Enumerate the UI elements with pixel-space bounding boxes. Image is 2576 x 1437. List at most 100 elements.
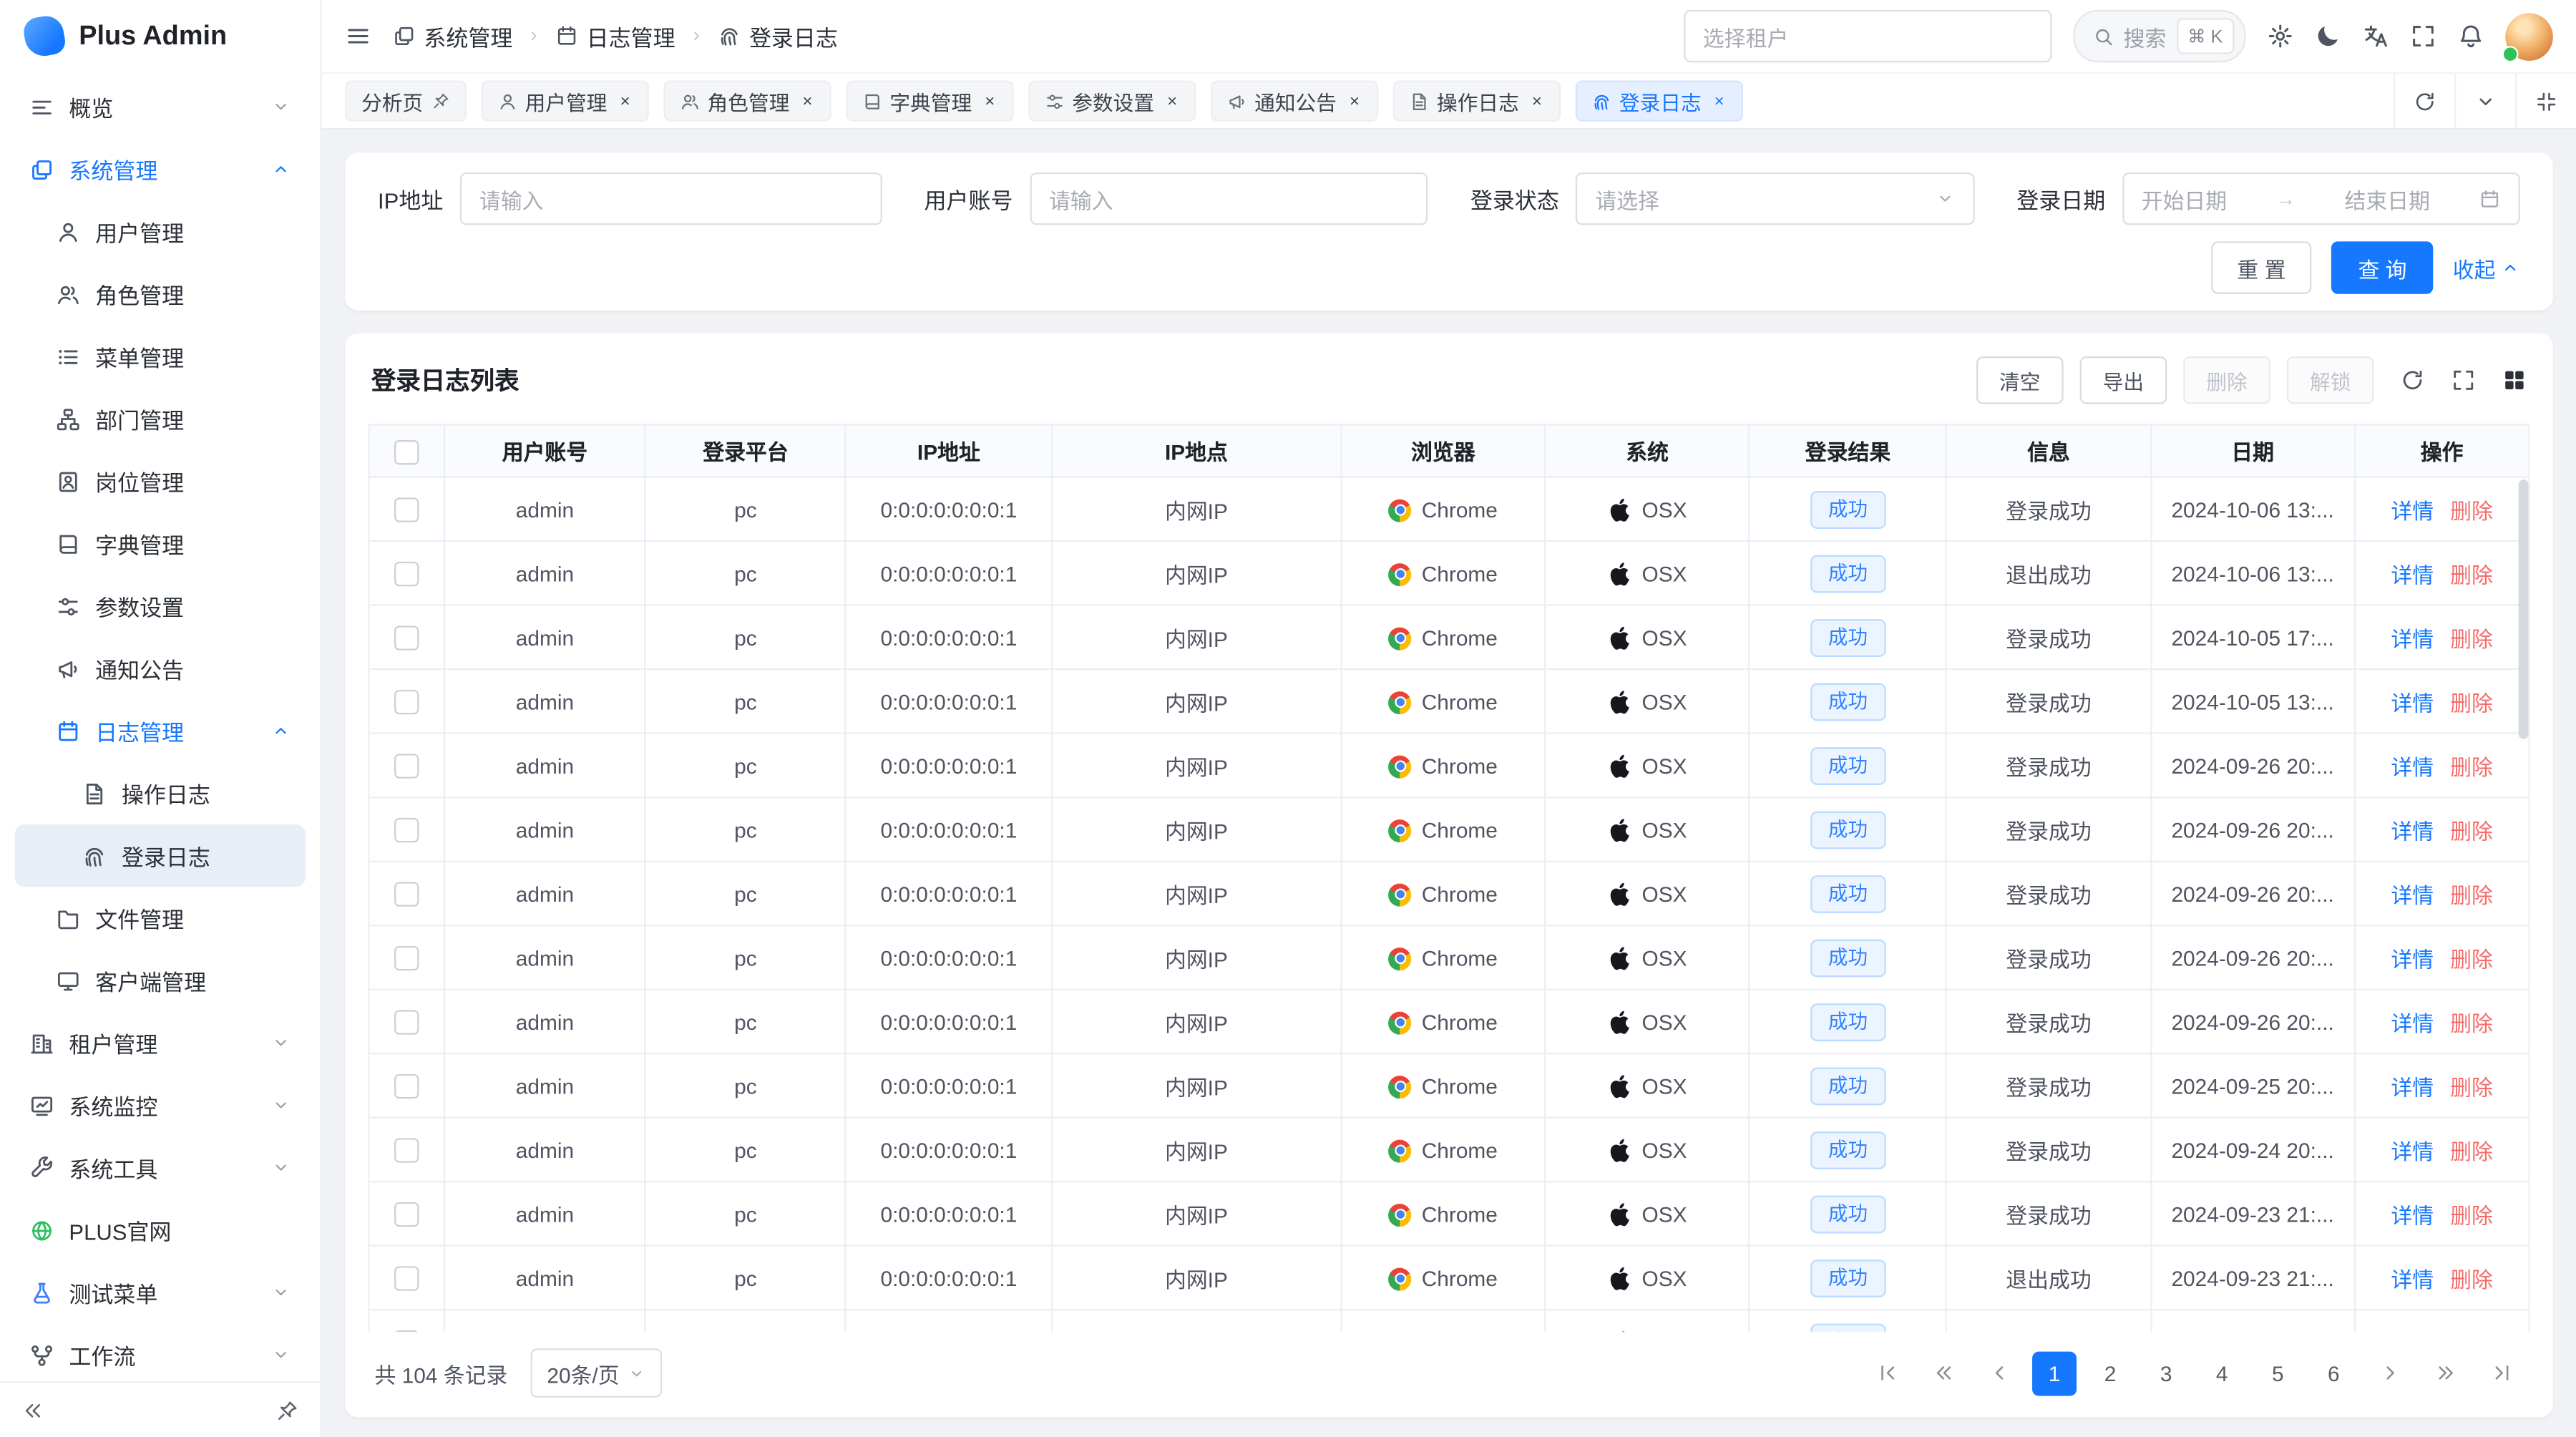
translate-icon[interactable] [2363,23,2389,49]
tab-user[interactable]: 用户管理 [481,80,648,121]
refresh-page-icon[interactable] [2394,74,2454,128]
refresh-table-icon[interactable] [2400,368,2424,392]
delete-link[interactable]: 删除 [2450,562,2493,587]
fullscreen-icon[interactable] [2410,23,2436,49]
detail-link[interactable]: 详情 [2391,1203,2434,1227]
row-checkbox[interactable] [394,497,419,522]
app-logo[interactable]: Plus Admin [0,0,321,72]
tabs-menu-icon[interactable] [2454,74,2515,128]
row-checkbox[interactable] [394,690,419,714]
tab-dict[interactable]: 字典管理 [845,80,1013,121]
sidebar-item-log[interactable]: 日志管理 [15,700,306,762]
delete-link[interactable]: 删除 [2450,1139,2493,1163]
detail-link[interactable]: 详情 [2391,1010,2434,1035]
breadcrumb-item[interactable]: 登录日志 [718,20,838,53]
tenant-select[interactable]: 选择租户 [1683,10,2051,62]
page-number-6[interactable]: 6 [2311,1351,2356,1395]
tab-notice[interactable]: 通知公告 [1210,80,1377,121]
close-tab-icon[interactable] [1711,94,1726,109]
row-checkbox[interactable] [394,1330,419,1332]
tab-param[interactable]: 参数设置 [1028,80,1195,121]
detail-link[interactable]: 详情 [2391,626,2434,651]
export-button[interactable]: 导出 [2080,356,2167,404]
delete-link[interactable]: 删除 [2450,691,2493,715]
sidebar-item-logininfor[interactable]: 登录日志 [15,824,306,887]
row-checkbox[interactable] [394,882,419,906]
login-date-range[interactable]: 开始日期 → 结束日期 [2122,172,2520,225]
collapse-filter-link[interactable]: 收起 [2453,252,2520,283]
column-settings-icon[interactable] [2502,368,2527,392]
row-checkbox[interactable] [394,1266,419,1290]
detail-link[interactable]: 详情 [2391,882,2434,907]
dark-mode-icon[interactable] [2315,23,2341,49]
detail-link[interactable]: 详情 [2391,754,2434,779]
close-tab-icon[interactable] [1164,94,1179,109]
page-number-5[interactable]: 5 [2255,1351,2300,1395]
close-tab-icon[interactable] [982,94,997,109]
sidebar-item-overview[interactable]: 概览 [15,76,306,138]
delete-link[interactable]: 删除 [2450,498,2493,522]
table-fullscreen-icon[interactable] [2451,368,2476,392]
notifications-icon[interactable] [2458,23,2484,49]
sidebar-item-post[interactable]: 岗位管理 [15,450,306,512]
sidebar-item-system[interactable]: 系统管理 [15,138,306,200]
fast-next-button[interactable] [2423,1351,2467,1395]
settings-icon[interactable] [2267,23,2293,49]
detail-link[interactable]: 详情 [2391,1331,2434,1332]
account-input[interactable]: 请输入 [1029,172,1428,225]
row-checkbox[interactable] [394,1138,419,1162]
page-number-3[interactable]: 3 [2144,1351,2188,1395]
login-status-select[interactable]: 请选择 [1576,172,1974,225]
content-fullscreen-icon[interactable] [2515,74,2576,128]
sidebar-item-file[interactable]: 文件管理 [15,887,306,949]
select-all-checkbox[interactable] [394,439,419,464]
query-button[interactable]: 查 询 [2332,241,2433,293]
sidebar-item-dict[interactable]: 字典管理 [15,512,306,575]
row-checkbox[interactable] [394,818,419,842]
detail-link[interactable]: 详情 [2391,1139,2434,1163]
close-tab-icon[interactable] [1529,94,1544,109]
sidebar-item-operlog[interactable]: 操作日志 [15,762,306,824]
sidebar-item-notice[interactable]: 通知公告 [15,637,306,699]
breadcrumb-item[interactable]: 系统管理 [393,20,513,53]
sidebar-item-plus-site[interactable]: PLUS官网 [15,1199,306,1261]
search-box[interactable]: 搜索 ⌘ K [2072,10,2245,62]
row-checkbox[interactable] [394,1074,419,1099]
sidebar-item-tenant[interactable]: 租户管理 [15,1012,306,1074]
delete-link[interactable]: 删除 [2450,1267,2493,1291]
sidebar-item-param[interactable]: 参数设置 [15,575,306,637]
sidebar-item-tools[interactable]: 系统工具 [15,1136,306,1199]
sidebar-item-monitor[interactable]: 系统监控 [15,1074,306,1136]
sidebar-toggle-icon[interactable] [345,23,371,49]
sidebar-item-role[interactable]: 角色管理 [15,263,306,325]
last-page-button[interactable] [2479,1351,2524,1395]
sidebar-item-user[interactable]: 用户管理 [15,200,306,263]
detail-link[interactable]: 详情 [2391,1075,2434,1099]
detail-link[interactable]: 详情 [2391,1267,2434,1291]
detail-link[interactable]: 详情 [2391,947,2434,971]
delete-link[interactable]: 删除 [2450,1203,2493,1227]
sidebar-item-client[interactable]: 客户端管理 [15,949,306,1011]
page-size-select[interactable]: 20条/页 [530,1348,662,1398]
collapse-sidebar-icon[interactable] [21,1398,44,1421]
detail-link[interactable]: 详情 [2391,819,2434,843]
page-number-1[interactable]: 1 [2032,1351,2077,1395]
avatar[interactable] [2505,12,2553,60]
tab-logininfor[interactable]: 登录日志 [1575,80,1742,121]
first-page-button[interactable] [1865,1351,1909,1395]
delete-link[interactable]: 删除 [2450,947,2493,971]
pin-sidebar-icon[interactable] [276,1398,299,1421]
row-checkbox[interactable] [394,625,419,650]
prev-page-button[interactable] [1976,1351,2021,1395]
reset-button[interactable]: 重 置 [2211,241,2312,293]
row-checkbox[interactable] [394,946,419,970]
breadcrumb-item[interactable]: 日志管理 [555,20,675,53]
row-checkbox[interactable] [394,1010,419,1034]
detail-link[interactable]: 详情 [2391,691,2434,715]
delete-link[interactable]: 删除 [2450,1010,2493,1035]
delete-link[interactable]: 删除 [2450,1331,2493,1332]
close-tab-icon[interactable] [617,94,632,109]
row-checkbox[interactable] [394,754,419,778]
tab-analysis[interactable]: 分析页 [345,80,466,121]
page-number-4[interactable]: 4 [2200,1351,2244,1395]
